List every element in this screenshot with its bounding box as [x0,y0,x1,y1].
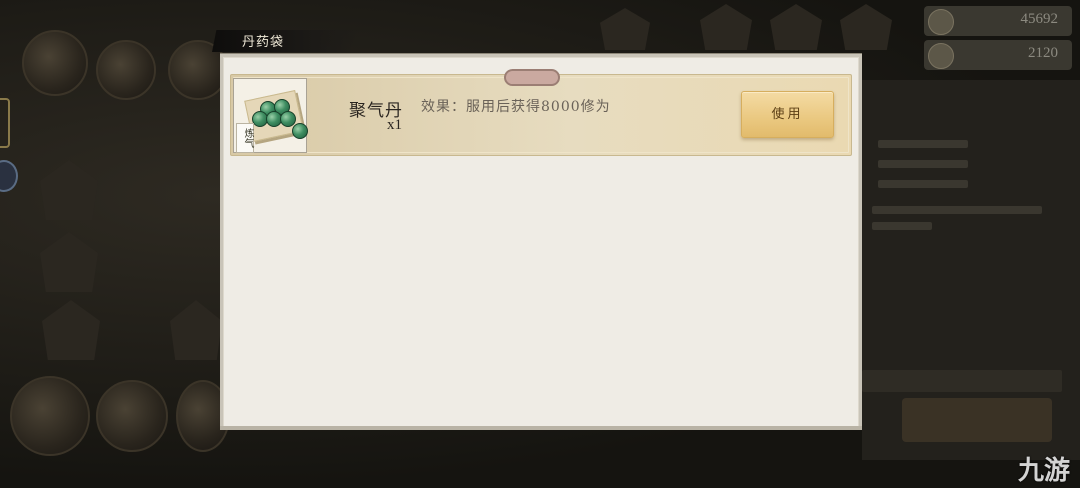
info-line [872,222,932,230]
currency-spirit-stone: 2120 [924,40,1072,70]
building-icon [840,4,892,50]
copper-coin-icon [928,9,954,35]
item-grade-tag: 炼气 [236,123,254,153]
building-icon [42,300,100,360]
building-icon [700,4,752,50]
currency-spirit-stone-value: 2120 [1028,45,1058,61]
item-count: x1 [387,117,402,133]
character-avatar [96,380,168,452]
character-avatar [10,376,90,456]
modal-title: 丹药袋 [242,35,285,50]
building-icon [600,8,650,50]
building-icon [40,232,98,292]
info-line [878,180,968,188]
character-avatar [96,40,156,100]
dimmed-button [902,398,1052,442]
building-icon [770,4,822,50]
building-icon [170,300,222,360]
dimmed-input [862,370,1062,392]
spirit-stone-icon [928,43,954,69]
currency-copper: 45692 [924,6,1072,36]
modal-title-bar [212,30,358,52]
side-tab[interactable] [0,98,10,148]
info-line [872,206,1042,214]
building-icon [40,160,98,220]
character-avatar [22,30,88,96]
side-round-button[interactable] [0,160,18,192]
info-line [878,140,968,148]
info-line [878,160,968,168]
currency-copper-value: 45692 [1020,11,1059,27]
pill-icon [292,123,308,139]
status-badge [504,69,560,86]
use-button[interactable]: 使用 [741,91,834,138]
item-icon-frame[interactable]: 炼气 [233,78,308,153]
watermark-logo: 九游 [1017,456,1070,486]
right-info-panel [862,80,1080,460]
modal-bottom-edge [220,426,862,430]
item-effect: 效果：服用后获得8000修为 [421,99,611,115]
